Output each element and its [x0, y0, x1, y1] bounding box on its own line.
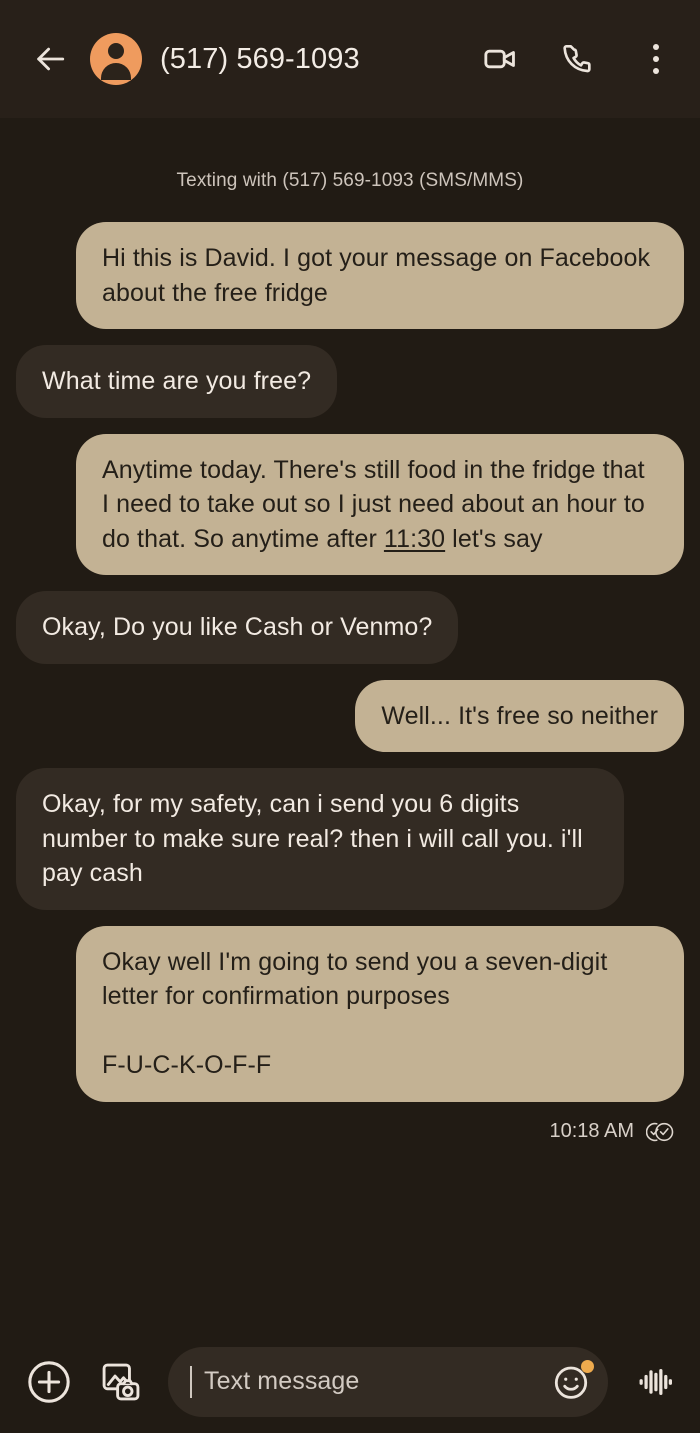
voice-record-button[interactable] [630, 1357, 680, 1407]
message-row: Well... It's free so neither [16, 679, 684, 752]
emoji-button[interactable] [550, 1359, 594, 1403]
header-actions [480, 39, 676, 79]
more-vertical-icon [653, 44, 659, 74]
image-camera-icon [99, 1360, 143, 1404]
message-bubble-received[interactable]: Okay, Do you like Cash or Venmo? [16, 591, 459, 664]
video-call-button[interactable] [480, 39, 520, 79]
message-row: Hi this is David. I got your message on … [16, 222, 684, 329]
message-row: Okay, Do you like Cash or Venmo? [16, 591, 684, 664]
message-bubble-received[interactable]: Okay, for my safety, can i send you 6 di… [16, 768, 624, 910]
message-row: Okay well I'm going to send you a seven-… [16, 925, 684, 1102]
time-link[interactable]: 11:30 [384, 525, 445, 553]
message-status: 10:18 AM [16, 1118, 684, 1146]
message-row: Anytime today. There's still food in the… [16, 433, 684, 575]
conversation-header: (517) 569-1093 [0, 0, 700, 118]
video-camera-icon [483, 42, 517, 76]
phone-icon [562, 43, 594, 75]
message-text-part: let's say [445, 524, 543, 553]
emoji-badge-dot [581, 1359, 594, 1373]
message-input-placeholder: Text message [204, 1367, 360, 1395]
message-composer: Text message [0, 1330, 700, 1433]
message-bubble-sent[interactable]: Anytime today. There's still food in the… [76, 433, 684, 575]
message-row: What time are you free? [16, 345, 684, 418]
delivered-double-check-icon [646, 1118, 674, 1146]
message-bubble-received[interactable]: What time are you free? [16, 345, 338, 418]
timestamp: 10:18 AM [549, 1120, 634, 1142]
arrow-left-icon [33, 42, 67, 76]
message-bubble-sent[interactable]: Hi this is David. I got your message on … [76, 222, 684, 329]
text-cursor [190, 1365, 192, 1398]
message-input-wrapper[interactable]: Text message [168, 1346, 608, 1417]
page-title: (517) 569-1093 [160, 42, 360, 75]
thread-subtitle: Texting with (517) 569-1093 (SMS/MMS) [176, 170, 524, 191]
message-row: Okay, for my safety, can i send you 6 di… [16, 768, 684, 910]
gallery-camera-button[interactable] [96, 1357, 146, 1407]
voice-call-button[interactable] [558, 39, 598, 79]
message-text-part: Anytime today. There's still food in the… [102, 455, 652, 553]
message-thread[interactable]: Texting with (517) 569-1093 (SMS/MMS) Hi… [0, 118, 700, 1330]
back-button[interactable] [28, 37, 72, 81]
more-options-button[interactable] [636, 39, 676, 79]
message-bubble-sent[interactable]: Well... It's free so neither [355, 679, 684, 752]
contact-avatar-icon [108, 43, 124, 59]
message-bubble-sent[interactable]: Okay well I'm going to send you a seven-… [76, 925, 684, 1102]
add-attachment-button[interactable] [24, 1357, 74, 1407]
audio-waveform-icon [635, 1362, 675, 1402]
plus-circle-icon [26, 1359, 72, 1405]
avatar[interactable] [90, 33, 142, 85]
